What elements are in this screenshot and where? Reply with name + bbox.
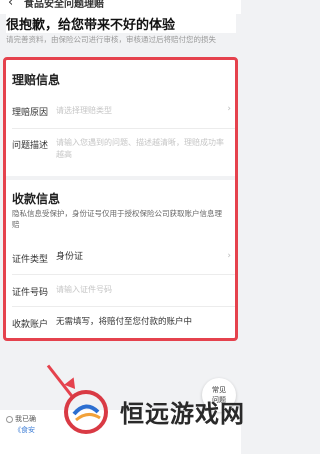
agreement-checkbox[interactable]: 我已确 <box>6 414 36 424</box>
watermark: 恒远游戏网 <box>60 382 244 454</box>
agreement-text: 我已确 <box>15 415 36 423</box>
page-title: 食品安全问题理赔 <box>24 0 104 10</box>
highlight-frame <box>3 57 238 341</box>
back-icon[interactable]: ‹ <box>8 0 13 9</box>
watermark-logo-icon <box>64 390 108 434</box>
watermark-text: 恒远游戏网 <box>120 399 245 428</box>
notice-text: 请完善资料，由保险公司进行审核，审核通过后将赔付您的损失 <box>6 35 216 44</box>
top-bar: ‹ 食品安全问题理赔 <box>0 0 241 14</box>
agreement-link[interactable]: 《食安 <box>14 425 35 435</box>
apology-heading: 很抱歉，给您带来不好的体验 <box>6 14 236 33</box>
checkbox-icon[interactable] <box>6 415 13 423</box>
